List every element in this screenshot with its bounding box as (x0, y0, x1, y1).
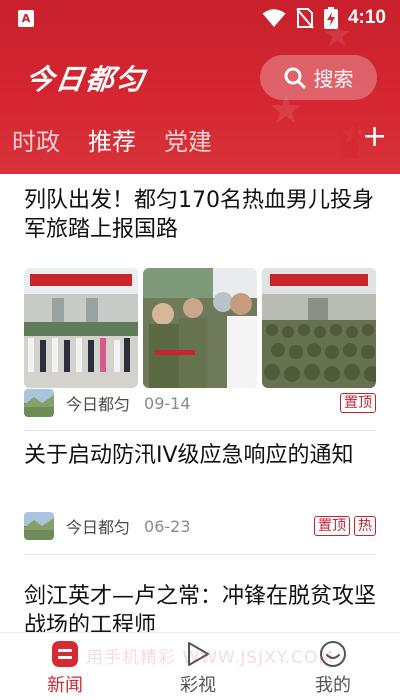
nav-news[interactable]: 新闻 (25, 639, 105, 699)
nav-label: 我的 (315, 675, 351, 696)
add-tab-button[interactable]: + (362, 122, 387, 152)
news-image[interactable] (143, 268, 257, 388)
pinned-badge: 置顶 (314, 516, 350, 536)
pinned-badge: 置顶 (340, 393, 376, 413)
source-avatar (24, 389, 54, 417)
app-logo: 今日都匀 (23, 63, 149, 96)
news-source: 今日都匀 (66, 395, 131, 414)
no-sim-icon (296, 8, 314, 29)
smile-icon (320, 641, 346, 667)
news-image[interactable] (24, 268, 138, 388)
news-title[interactable]: 列队出发！都匀170名热血男儿投身军旅踏上报国路 (24, 186, 376, 244)
search-label: 搜索 (313, 67, 354, 91)
tab-scroll-fade (336, 122, 358, 158)
status-time: 4:10 (347, 7, 386, 28)
news-date: 09-14 (144, 393, 191, 413)
tab-recommended[interactable]: 推荐 (88, 122, 136, 157)
news-image-row (24, 268, 376, 388)
search-button[interactable]: 搜索 (260, 55, 377, 100)
news-image[interactable] (262, 268, 376, 388)
battery-charging-icon (323, 7, 338, 29)
nav-label: 彩视 (180, 675, 216, 696)
list-divider (24, 430, 376, 431)
bottom-navigation: 新闻 彩视 我的 用手机精彩 WWW.JSJXY.COM (0, 632, 400, 700)
status-bar: A 4:10 (0, 0, 400, 36)
list-divider (24, 554, 376, 555)
play-icon (188, 642, 209, 666)
app-notification-icon: A (18, 10, 34, 27)
source-avatar (24, 512, 54, 540)
hot-badge: 热 (354, 516, 376, 536)
news-meta: 今日都匀 09-14 置顶 (24, 388, 376, 418)
news-icon (52, 641, 78, 667)
news-meta: 今日都匀 06-23 置顶 热 (24, 511, 376, 541)
nav-profile[interactable]: 我的 (293, 639, 373, 699)
wifi-icon (262, 9, 286, 27)
nav-label: 新闻 (47, 675, 83, 696)
category-tabs: 时政 推荐 党建 + (0, 122, 400, 162)
news-title[interactable]: 关于启动防汛IV级应急响应的通知 (24, 441, 376, 470)
nav-video[interactable]: 彩视 (158, 639, 238, 699)
tab-party-building[interactable]: 党建 (164, 122, 212, 157)
app-header: ★ ★ ★ A 4:10 今日都匀 搜索 时政 (0, 0, 400, 174)
news-source: 今日都匀 (66, 518, 131, 537)
news-item[interactable]: 列队出发！都匀170名热血男儿投身军旅踏上报国路 今日都匀 09-14 置顶 (24, 186, 376, 422)
news-item[interactable]: 关于启动防汛IV级应急响应的通知 今日都匀 06-23 置顶 热 (24, 441, 376, 545)
tab-politics[interactable]: 时政 (12, 122, 60, 157)
news-date: 06-23 (144, 516, 191, 536)
search-icon (284, 67, 305, 88)
